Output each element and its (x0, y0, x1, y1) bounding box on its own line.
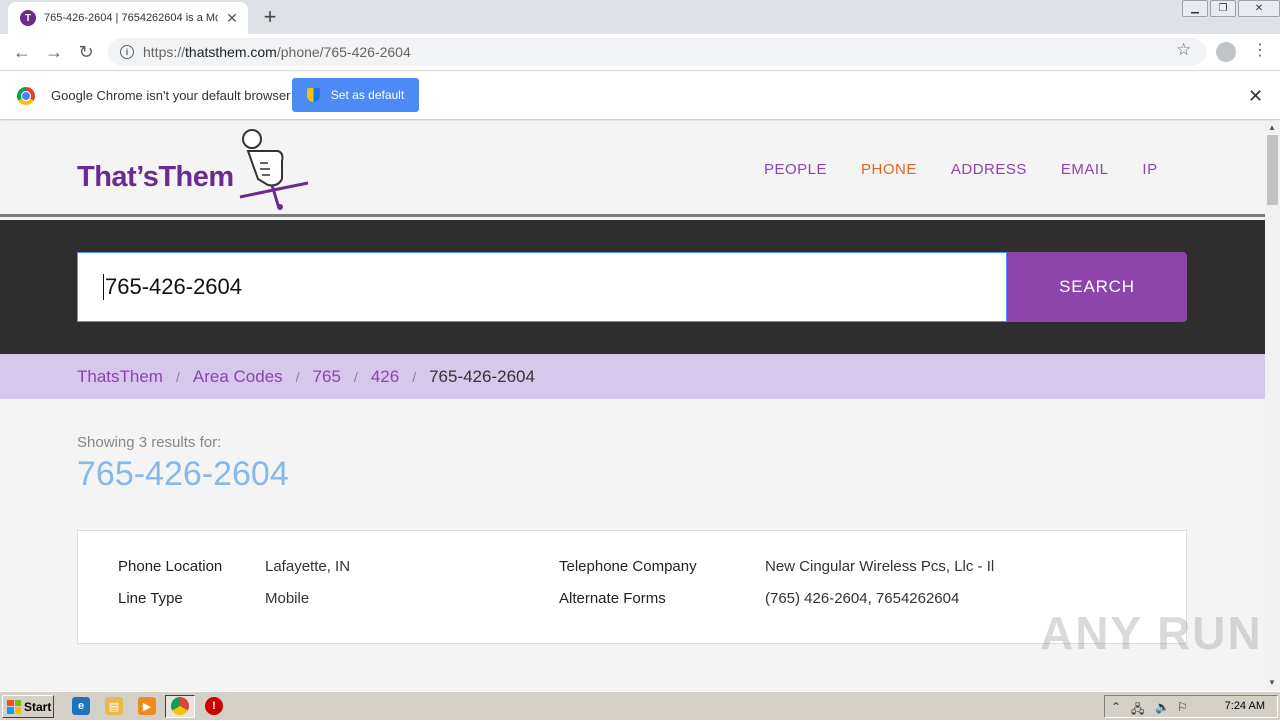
line-type-value: Mobile (265, 590, 310, 607)
infobar-message: Google Chrome isn't your default browser (51, 88, 291, 103)
tray-expand-icon[interactable]: ⌃ (1111, 700, 1121, 714)
breadcrumb-thatsthem[interactable]: ThatsThem (77, 367, 163, 387)
set-as-default-button[interactable]: Set as default (292, 78, 419, 112)
breadcrumb-separator: / (412, 368, 417, 385)
site-header: That’sThem PEOPLE PHONE ADDRESS EMAIL IP (0, 121, 1265, 217)
phone-number-heading: 765-426-2604 (77, 455, 289, 493)
uac-shield-icon (306, 88, 320, 102)
phone-search-input[interactable]: 765-426-2604 (77, 252, 1007, 322)
system-tray: ⌃ 🖧 🔈 ⚐ 7:24 AM (1104, 695, 1278, 718)
stop-icon[interactable]: ! (205, 697, 223, 715)
search-input-value: 765-426-2604 (105, 274, 243, 299)
network-icon[interactable]: 🖧 (1131, 700, 1144, 721)
site-info-icon[interactable]: i (120, 45, 134, 59)
text-caret (103, 274, 104, 300)
volume-icon[interactable]: 🔈 (1155, 700, 1170, 714)
nav-ip[interactable]: IP (1142, 161, 1157, 178)
telephone-company-value: New Cingular Wireless Pcs, Llc - Il (765, 558, 995, 575)
chrome-taskbar-icon[interactable] (171, 697, 189, 715)
windows-logo-icon (7, 699, 21, 714)
media-player-icon[interactable]: ▶ (138, 697, 156, 715)
window-controls: ▁ ❐ ✕ (1180, 0, 1280, 17)
scroll-thumb[interactable] (1267, 135, 1278, 205)
scroll-down-icon[interactable]: ▼ (1268, 678, 1276, 687)
bookmark-star-icon[interactable]: ☆ (1176, 40, 1191, 60)
browser-tab[interactable]: T 765-426-2604 | 7654262604 is a Mo ✕ (8, 2, 248, 34)
address-bar[interactable]: i https://thatsthem.com/phone/765-426-26… (108, 38, 1206, 66)
breadcrumb-426[interactable]: 426 (371, 367, 399, 387)
site-logo[interactable]: That’sThem (77, 161, 234, 194)
breadcrumb-separator: / (353, 368, 358, 385)
line-type-label: Line Type (118, 590, 183, 607)
window-close-button[interactable]: ✕ (1238, 0, 1280, 17)
url-text: https://thatsthem.com/phone/765-426-2604 (143, 44, 411, 60)
chrome-menu-icon[interactable]: ⋮ (1252, 40, 1268, 60)
minimize-button[interactable]: ▁ (1182, 0, 1208, 17)
search-band: 765-426-2604 SEARCH (0, 220, 1265, 354)
file-explorer-icon[interactable]: ▤ (105, 697, 123, 715)
browser-toolbar: ← → ↻ i https://thatsthem.com/phone/765-… (0, 34, 1280, 71)
start-button[interactable]: Start (2, 695, 54, 718)
nav-address[interactable]: ADDRESS (951, 161, 1027, 178)
results-count-text: Showing 3 results for: (77, 434, 222, 451)
alternate-forms-label: Alternate Forms (559, 590, 666, 607)
anyrun-watermark: ANY RUN (1040, 607, 1263, 659)
new-tab-button[interactable]: + (258, 5, 282, 29)
forward-arrow-icon[interactable]: → (42, 40, 66, 64)
breadcrumb-separator: / (295, 368, 300, 385)
start-label: Start (24, 699, 52, 714)
reload-icon[interactable]: ↻ (74, 40, 98, 64)
internet-explorer-icon[interactable]: e (72, 697, 90, 715)
search-button[interactable]: SEARCH (1007, 252, 1187, 322)
taskbar-clock[interactable]: 7:24 AM (1225, 700, 1265, 712)
tab-title: 765-426-2604 | 7654262604 is a Mo (44, 12, 218, 24)
breadcrumb-current: 765-426-2604 (429, 366, 535, 386)
alternate-forms-value: (765) 426-2604, 7654262604 (765, 590, 960, 607)
breadcrumb: ThatsThem / Area Codes / 765 / 426 / 765… (0, 354, 1265, 399)
nav-email[interactable]: EMAIL (1061, 161, 1109, 178)
tab-strip: T 765-426-2604 | 7654262604 is a Mo ✕ + … (0, 0, 1280, 34)
default-browser-infobar: Google Chrome isn't your default browser… (0, 72, 1280, 120)
chrome-logo-icon (17, 87, 35, 105)
breadcrumb-765[interactable]: 765 (313, 367, 341, 387)
nav-people[interactable]: PEOPLE (764, 161, 827, 178)
phone-location-label: Phone Location (118, 558, 223, 575)
windows-taskbar: Start e ▤ ▶ ! ⌃ 🖧 🔈 ⚐ 7:24 AM (0, 691, 1280, 720)
site-favicon-icon: T (20, 10, 36, 26)
phone-details-card: Phone Location Lafayette, IN Line Type M… (77, 530, 1187, 644)
mascot-pointing-icon (239, 129, 309, 210)
phone-location-value: Lafayette, IN (265, 558, 351, 575)
maximize-button[interactable]: ❐ (1210, 0, 1236, 17)
breadcrumb-area-codes[interactable]: Area Codes (193, 367, 283, 387)
set-as-default-label: Set as default (330, 88, 405, 102)
telephone-company-label: Telephone Company (559, 558, 697, 575)
nav-phone[interactable]: PHONE (861, 161, 917, 178)
infobar-close-icon[interactable]: ✕ (1248, 86, 1263, 107)
back-arrow-icon[interactable]: ← (10, 40, 34, 64)
scroll-up-icon[interactable]: ▲ (1268, 123, 1276, 132)
tab-close-icon[interactable]: ✕ (224, 10, 240, 27)
action-center-flag-icon[interactable]: ⚐ (1177, 700, 1188, 714)
breadcrumb-separator: / (175, 368, 180, 385)
profile-avatar-icon[interactable] (1216, 42, 1236, 62)
page-scrollbar[interactable]: ▲ ▼ (1265, 121, 1280, 691)
site-navigation: PEOPLE PHONE ADDRESS EMAIL IP (764, 161, 1158, 178)
